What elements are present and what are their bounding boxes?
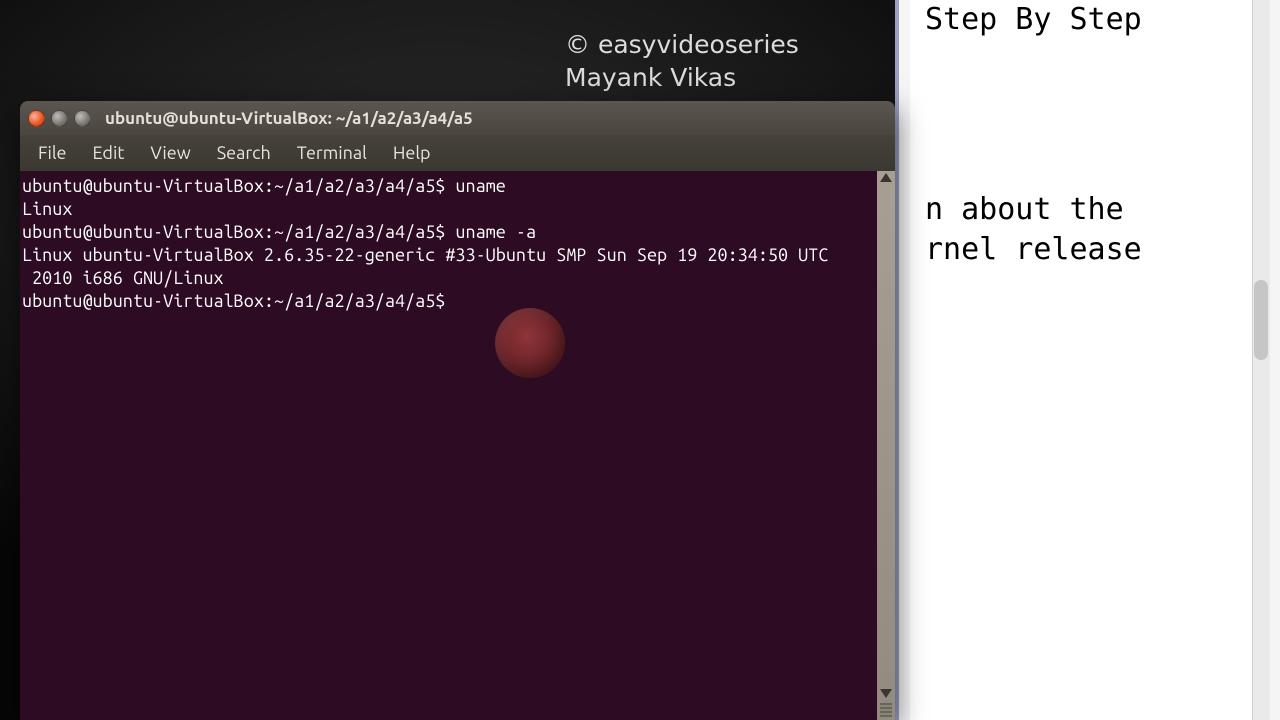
doc-scrollbar[interactable] bbox=[1252, 0, 1270, 720]
terminal-body[interactable]: ubuntu@ubuntu-VirtualBox:~/a1/a2/a3/a4/a… bbox=[20, 171, 895, 720]
terminal-window: ubuntu@ubuntu-VirtualBox: ~/a1/a2/a3/a4/… bbox=[20, 101, 895, 720]
watermark-line1: © easyvideoseries bbox=[565, 28, 865, 61]
cursor-highlight-icon bbox=[495, 308, 565, 378]
watermark: © easyvideoseries Mayank Vikas bbox=[565, 28, 865, 94]
doc-window-border bbox=[895, 0, 899, 720]
menu-bar: File Edit View Search Terminal Help bbox=[20, 135, 895, 171]
menu-view[interactable]: View bbox=[138, 139, 202, 167]
menu-terminal[interactable]: Terminal bbox=[285, 139, 379, 167]
scroll-up-icon[interactable] bbox=[880, 173, 892, 182]
close-icon[interactable] bbox=[28, 110, 45, 127]
window-title: ubuntu@ubuntu-VirtualBox: ~/a1/a2/a3/a4/… bbox=[105, 109, 473, 128]
menu-file[interactable]: File bbox=[26, 139, 79, 167]
document-page: Step By Step n about the rnel release bbox=[910, 0, 1270, 720]
terminal-scrollbar[interactable] bbox=[877, 171, 895, 720]
resize-grip-icon[interactable] bbox=[880, 703, 892, 717]
doc-scrollbar-thumb[interactable] bbox=[1254, 280, 1268, 360]
doc-text-line: n about the bbox=[925, 190, 1270, 230]
menu-search[interactable]: Search bbox=[205, 139, 283, 167]
menu-edit[interactable]: Edit bbox=[81, 139, 137, 167]
window-titlebar[interactable]: ubuntu@ubuntu-VirtualBox: ~/a1/a2/a3/a4/… bbox=[20, 101, 895, 135]
terminal-text-area[interactable]: ubuntu@ubuntu-VirtualBox:~/a1/a2/a3/a4/a… bbox=[20, 171, 877, 720]
maximize-icon[interactable] bbox=[74, 110, 91, 127]
menu-help[interactable]: Help bbox=[381, 139, 443, 167]
minimize-icon[interactable] bbox=[51, 110, 68, 127]
doc-text-line: rnel release bbox=[925, 230, 1270, 270]
doc-heading: Step By Step bbox=[925, 0, 1270, 40]
watermark-line2: Mayank Vikas bbox=[565, 61, 865, 94]
scroll-down-icon[interactable] bbox=[880, 689, 892, 698]
